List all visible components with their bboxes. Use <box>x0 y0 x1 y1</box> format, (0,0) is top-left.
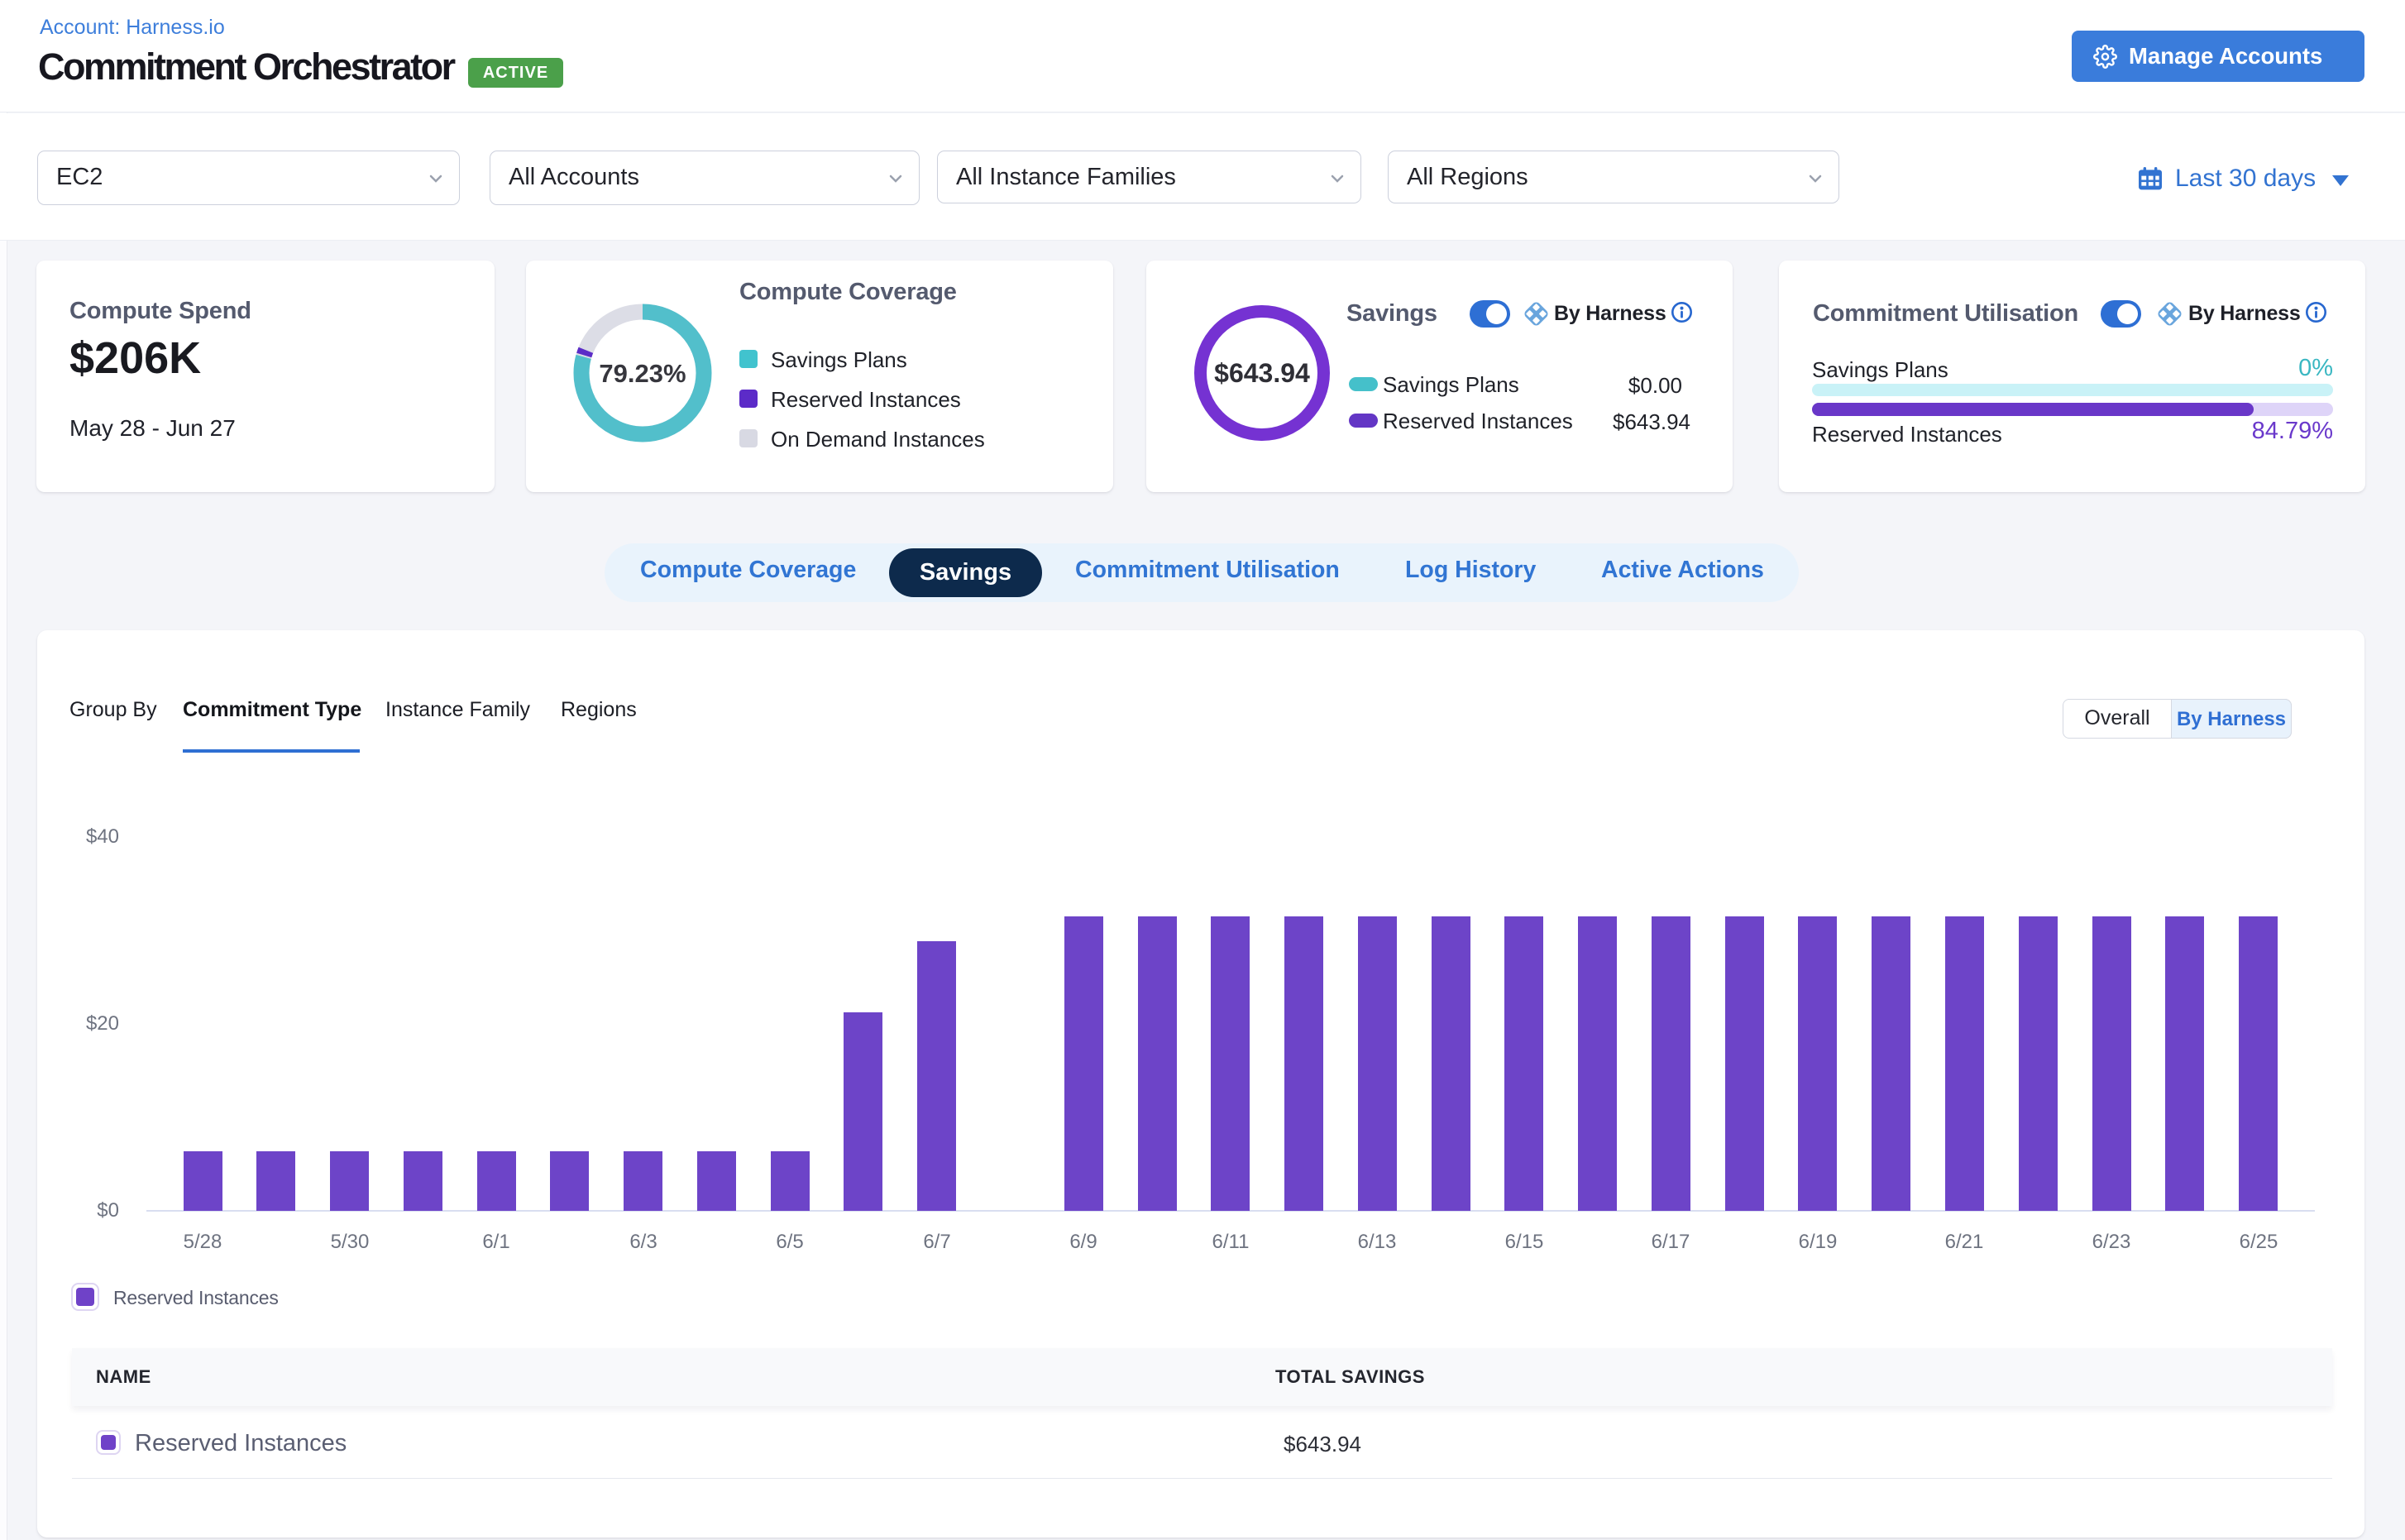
svg-text:79.23%: 79.23% <box>599 359 686 388</box>
